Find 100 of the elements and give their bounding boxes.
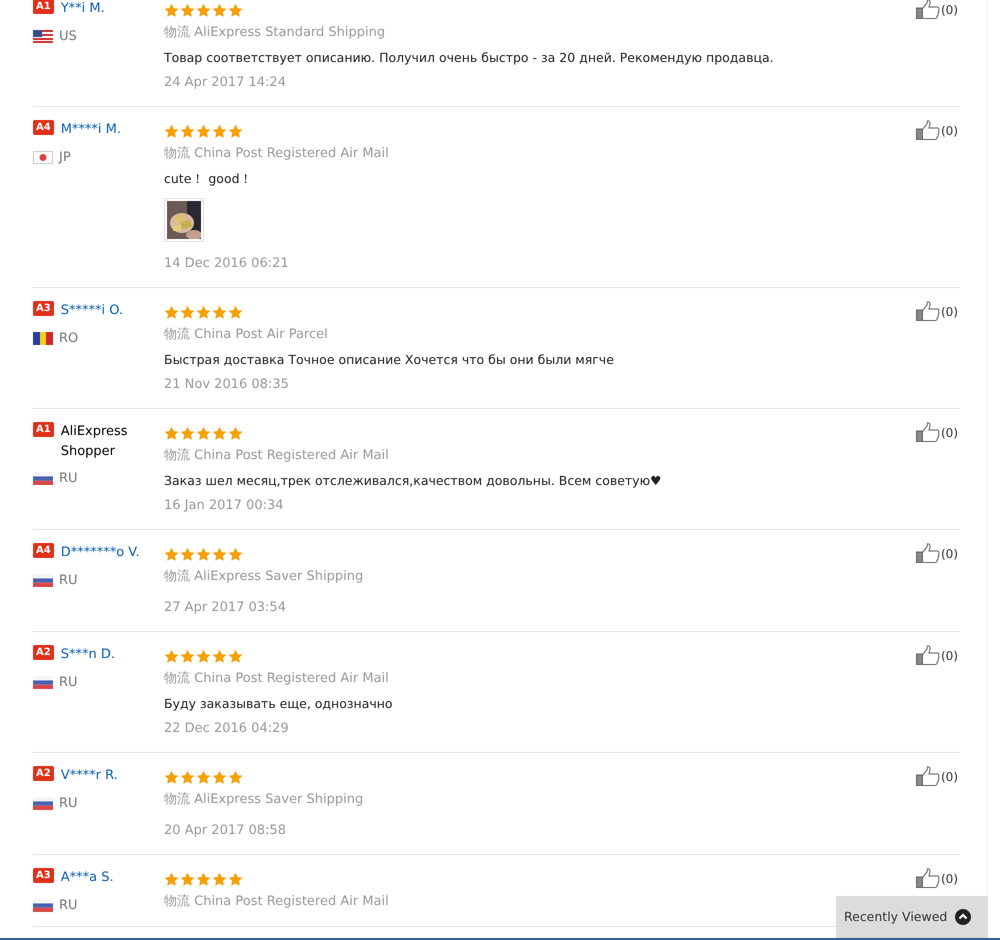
- star-icon: [180, 872, 195, 886]
- level-badge: A2: [33, 645, 54, 660]
- level-badge: A4: [33, 543, 54, 558]
- star-icon: [212, 770, 227, 784]
- level-badge: A2: [33, 766, 54, 781]
- helpful-count: (0): [941, 546, 958, 563]
- star-icon: [212, 124, 227, 138]
- country-code: JP: [59, 148, 71, 166]
- reviewer-name: AliExpress Shopper: [60, 423, 129, 460]
- star-icon: [228, 2, 243, 18]
- helpful-count: (0): [941, 123, 958, 140]
- review-date: 27 Apr 2017 03:54: [164, 599, 286, 617]
- star-icon: [164, 426, 179, 440]
- star-icon: [228, 770, 243, 784]
- recently-viewed-button[interactable]: Recently Viewed: [836, 896, 988, 938]
- thumbs-up-icon[interactable]: [916, 645, 940, 665]
- thumbs-up-icon[interactable]: [916, 543, 940, 563]
- star-icon: [212, 2, 227, 18]
- country-code: RU: [59, 470, 78, 488]
- review-date: 16 Jan 2017 00:34: [164, 497, 284, 515]
- helpful-count: (0): [941, 2, 958, 19]
- star-icon: [228, 546, 243, 562]
- star-icon: [196, 426, 211, 440]
- reviewer-link[interactable]: M****i M.: [60, 120, 122, 140]
- star-icon: [196, 872, 211, 886]
- reviewer-link[interactable]: D*******o V.: [60, 543, 140, 562]
- country-code: RU: [59, 896, 78, 914]
- shipping-method: 物流 China Post Air Parcel: [164, 326, 328, 344]
- thumbs-up-icon[interactable]: [916, 301, 940, 321]
- shipping-method: 物流 China Post Registered Air Mail: [164, 447, 389, 465]
- thumbs-up-icon[interactable]: [916, 422, 940, 442]
- star-icon: [164, 872, 179, 886]
- star-icon: [164, 2, 179, 18]
- star-icon: [228, 648, 243, 664]
- helpful-count: (0): [941, 425, 958, 442]
- review-text: Буду заказывать еще, однозначно: [164, 695, 393, 713]
- helpful-count: (0): [941, 769, 958, 786]
- reviewer-link[interactable]: S*****i O.: [60, 301, 124, 320]
- star-icon: [180, 2, 195, 18]
- star-icon: [164, 770, 179, 784]
- star-icon: [164, 304, 179, 320]
- helpful-count: (0): [941, 871, 958, 888]
- thumbs-up-icon[interactable]: [916, 0, 940, 19]
- star-icon: [196, 770, 211, 784]
- star-icon: [212, 546, 227, 562]
- star-icon: [196, 124, 211, 138]
- star-icon: [196, 304, 211, 320]
- shipping-method: 物流 AliExpress Saver Shipping: [164, 791, 364, 809]
- review-date: 20 Apr 2017 08:58: [164, 822, 286, 840]
- helpful-count: (0): [941, 648, 958, 665]
- level-badge: A3: [33, 301, 54, 316]
- reviewer-link[interactable]: A***a S.: [60, 868, 114, 888]
- star-icon: [196, 2, 211, 18]
- star-icon: [228, 426, 243, 440]
- country-code: US: [59, 28, 77, 46]
- country-code: RO: [59, 330, 78, 348]
- star-icon: [228, 872, 243, 886]
- shipping-method: 物流 China Post Registered Air Mail: [164, 145, 389, 163]
- star-icon: [228, 124, 243, 138]
- helpful-count: (0): [941, 304, 958, 321]
- star-icon: [212, 304, 227, 320]
- review-date: 24 Apr 2017 14:24: [164, 74, 286, 92]
- reviewer-link[interactable]: S***n D.: [60, 645, 115, 664]
- thumbs-up-icon[interactable]: [916, 868, 940, 888]
- star-icon: [228, 304, 243, 320]
- star-icon: [180, 426, 195, 440]
- star-icon: [164, 546, 179, 562]
- reviewer-link[interactable]: V****r R.: [60, 766, 118, 786]
- star-icon: [180, 770, 195, 784]
- review-text: cute！ good！: [164, 170, 253, 188]
- star-icon: [180, 304, 195, 320]
- country-code: RU: [59, 794, 78, 812]
- level-badge: A1: [33, 422, 54, 437]
- level-badge: A4: [33, 120, 54, 135]
- review-date: 22 Dec 2016 04:29: [164, 720, 289, 738]
- reviewer-link[interactable]: Y**i M.: [60, 0, 105, 18]
- star-icon: [212, 426, 227, 440]
- review-date: 14 Dec 2016 06:21: [164, 255, 289, 273]
- shipping-method: 物流 AliExpress Standard Shipping: [164, 24, 386, 42]
- star-icon: [164, 124, 179, 138]
- star-icon: [180, 546, 195, 562]
- review-text: Быстрая доставка Точное описание Хочется что бы они были мягче: [164, 351, 614, 369]
- thumbs-up-icon[interactable]: [916, 120, 940, 140]
- shipping-method: 物流 China Post Registered Air Mail: [164, 893, 389, 911]
- star-icon: [196, 648, 211, 664]
- star-icon: [212, 872, 227, 886]
- star-icon: [164, 648, 179, 664]
- star-icon: [196, 546, 211, 562]
- star-icon: [180, 648, 195, 664]
- star-icon: [212, 648, 227, 664]
- star-icon: [180, 124, 195, 138]
- country-code: RU: [59, 572, 78, 590]
- country-code: RU: [59, 674, 78, 692]
- shipping-method: 物流 AliExpress Saver Shipping: [164, 568, 364, 586]
- thumbs-up-icon[interactable]: [916, 766, 940, 786]
- review-text: Заказ шел месяц,трек отслеживался,качеством довольны. Всем советую♥: [164, 472, 662, 490]
- level-badge: A3: [33, 868, 54, 883]
- level-badge: A1: [33, 0, 54, 14]
- review-text: Товар соответствует описанию. Получил очень быстро - за 20 дней. Рекомендую продавца.: [164, 49, 774, 67]
- shipping-method: 物流 China Post Registered Air Mail: [164, 670, 389, 688]
